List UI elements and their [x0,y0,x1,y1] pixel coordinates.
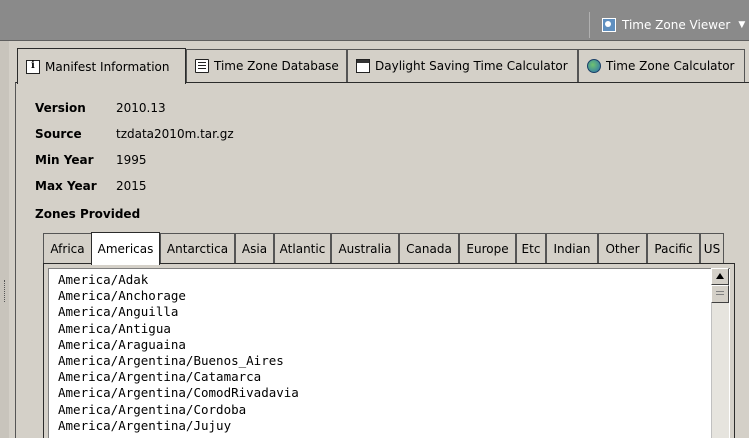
zone-tab-label: Etc [521,241,541,256]
list-item[interactable]: America/Argentina/Jujuy [58,418,299,434]
list-item[interactable]: America/Adak [58,272,299,288]
zone-tab-label: Europe [466,241,509,256]
zone-tab-americas[interactable]: Americas [91,232,160,265]
min-year-label: Min Year [35,153,94,167]
zone-tab-label: Americas [97,242,154,256]
zone-tab-africa[interactable]: Africa [43,233,92,263]
min-year-value: 1995 [116,153,147,167]
list-item[interactable]: America/Antigua [58,321,299,337]
tab-label: Time Zone Database [214,59,339,73]
list-item[interactable]: America/Argentina/ComodRivadavia [58,385,299,401]
zone-tab-label: Asia [241,241,268,256]
zone-tab-australia[interactable]: Australia [331,233,399,263]
list-item[interactable]: America/Anchorage [58,288,299,304]
zone-tab-label: Canada [406,241,452,256]
list-item[interactable]: America/Argentina/Cordoba [58,402,299,418]
zone-tab-canada[interactable]: Canada [399,233,459,263]
zone-tab-pacific[interactable]: Pacific [647,233,700,263]
zone-tab-label: Atlantic [279,241,326,256]
max-year-label: Max Year [35,179,97,193]
zone-tab-asia[interactable]: Asia [235,233,274,263]
tab-label: Time Zone Calculator [606,59,735,73]
zone-tab-atlantic[interactable]: Atlantic [274,233,331,263]
calendar-icon [356,59,370,73]
tab-manifest-information[interactable]: Manifest Information [17,48,186,84]
list-item[interactable]: America/Araguaina [58,337,299,353]
max-year-value: 2015 [116,179,147,193]
info-icon [26,59,40,74]
time-zone-viewer-menu[interactable]: Time Zone Viewer ▼ [589,12,749,38]
left-splitter[interactable] [0,41,9,438]
tab-label: Manifest Information [45,59,170,74]
zone-tab-other[interactable]: Other [598,233,647,263]
zone-list[interactable]: America/Adak America/Anchorage America/A… [58,272,299,434]
splitter-grip-icon[interactable] [4,280,6,302]
zone-tab-label: Antarctica [166,241,229,256]
tab-time-zone-calculator[interactable]: Time Zone Calculator [578,49,745,82]
scroll-up-arrow-icon[interactable] [711,268,729,285]
scrollbar-thumb[interactable] [711,285,729,303]
list-item[interactable]: America/Argentina/Buenos_Aires [58,353,299,369]
list-item[interactable]: America/Argentina/Catamarca [58,369,299,385]
zone-tab-label: US [703,241,721,256]
tab-time-zone-database[interactable]: Time Zone Database [186,49,347,82]
zone-tab-antarctica[interactable]: Antarctica [160,233,235,263]
list-item[interactable]: America/Anguilla [58,304,299,320]
viewer-icon [602,18,616,32]
viewer-label: Time Zone Viewer [622,18,731,32]
zone-tab-label: Indian [553,241,591,256]
version-value: 2010.13 [116,101,166,115]
zone-tab-indian[interactable]: Indian [546,233,598,263]
database-icon [195,59,209,73]
chevron-down-icon: ▼ [738,20,746,30]
tab-label: Daylight Saving Time Calculator [375,59,568,73]
zones-provided-heading: Zones Provided [35,207,141,221]
version-label: Version [35,101,86,115]
zone-tab-label: Australia [338,241,392,256]
source-label: Source [35,127,82,141]
globe-icon [587,59,601,73]
zone-tab-us[interactable]: US [700,233,724,263]
zone-tab-label: Other [605,241,640,256]
source-value: tzdata2010m.tar.gz [116,127,234,141]
zone-tab-label: Africa [50,241,85,256]
zone-tab-label: Pacific [654,241,693,256]
tab-daylight-saving-time-calculator[interactable]: Daylight Saving Time Calculator [347,49,578,82]
zone-tab-etc[interactable]: Etc [516,233,546,263]
zone-tab-europe[interactable]: Europe [459,233,516,263]
